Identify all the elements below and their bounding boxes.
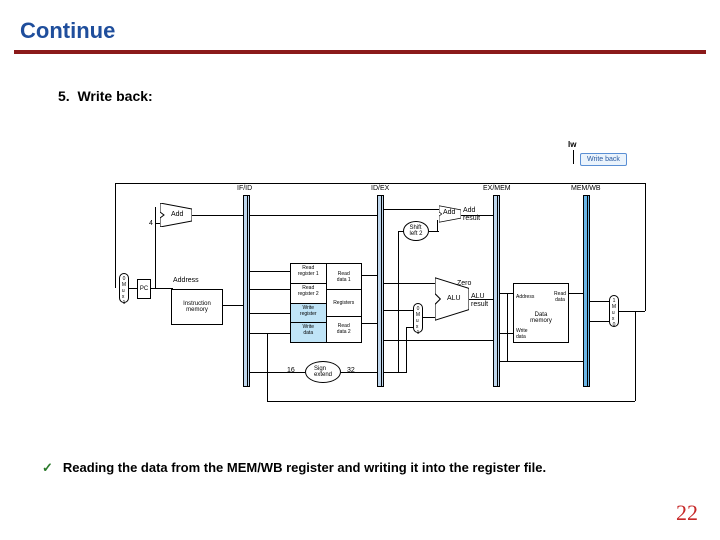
- slide-title: Continue: [0, 0, 720, 50]
- wire: [406, 327, 407, 373]
- wire: [250, 271, 290, 272]
- footnote: ✓ Reading the data from the MEM/WB regist…: [42, 460, 546, 476]
- wire: [423, 317, 435, 318]
- list-number: 5.: [58, 88, 70, 104]
- const-4: 4: [149, 220, 153, 228]
- wire: [223, 305, 243, 306]
- dm-title: Data memory: [528, 310, 554, 326]
- mux-0: 0: [613, 322, 616, 328]
- addr-label: Address: [173, 277, 199, 285]
- wire: [267, 333, 290, 334]
- pipe-exmem-label: EX/MEM: [483, 185, 511, 193]
- write-reg: Write register: [291, 304, 326, 324]
- wire: [192, 215, 243, 216]
- dm-write-data: Write data: [514, 326, 568, 342]
- read-reg2: Read register 2: [291, 284, 326, 304]
- instruction-memory: Instruction memory: [171, 289, 223, 325]
- zero-label: Zero: [457, 280, 471, 288]
- wire: [151, 288, 173, 289]
- page-number: 22: [676, 500, 698, 526]
- pc-block: PC: [137, 279, 151, 299]
- wire: [250, 289, 290, 290]
- wire: [115, 183, 645, 184]
- wire: [469, 299, 493, 300]
- wire: [267, 401, 635, 402]
- mux-1: 1: [123, 300, 126, 306]
- wire: [129, 288, 137, 289]
- alu-src-mux: 0 M u x 1: [413, 303, 423, 333]
- read-data1: Read data 1: [327, 264, 362, 290]
- wire: [115, 183, 116, 288]
- read-reg1: Read register 1: [291, 264, 326, 284]
- pc-mux: 0 M u x 1: [119, 273, 129, 303]
- footnote-text: Reading the data from the MEM/WB registe…: [63, 460, 546, 475]
- wire: [500, 361, 583, 362]
- pipe-memwb-label: MEM/WB: [571, 185, 601, 193]
- pipe-ifid: [243, 195, 250, 387]
- alu-label: ALU: [447, 295, 461, 303]
- wire: [573, 150, 574, 164]
- wb-mux: 1 M u x 0: [609, 295, 619, 327]
- pipe-idex-label: ID/EX: [371, 185, 389, 193]
- wire: [437, 220, 438, 232]
- write-data: Write data: [291, 323, 326, 342]
- subheading: 5. Write back:: [0, 54, 720, 104]
- mux-mid: M u x: [612, 304, 616, 322]
- bits-16: 16: [287, 367, 295, 375]
- pipe-idex: [377, 195, 384, 387]
- wire: [362, 323, 377, 324]
- wire: [398, 231, 404, 232]
- sign-extend: Sign extend: [305, 361, 341, 383]
- wire: [384, 209, 439, 210]
- add2-label: Add: [443, 209, 455, 217]
- wire: [590, 321, 609, 322]
- wire: [384, 283, 435, 284]
- register-file: Read register 1 Read register 2 Write re…: [290, 263, 362, 343]
- wire: [250, 215, 377, 216]
- alu-result-label: ALU result: [471, 293, 488, 308]
- registers-label: Registers: [327, 290, 362, 315]
- shift-left-2: Shift left 2: [403, 221, 429, 241]
- wire: [250, 313, 290, 314]
- wire: [362, 275, 377, 276]
- wire: [645, 183, 646, 311]
- wire: [250, 372, 305, 373]
- pipe-ifid-label: IF/ID: [237, 185, 252, 193]
- wire: [384, 340, 493, 341]
- subheading-text: Write back:: [77, 88, 152, 104]
- pipe-memwb: [583, 195, 590, 387]
- stage-bubble: Write back: [580, 153, 627, 166]
- mux-1: 1: [417, 330, 420, 336]
- wire: [384, 372, 406, 373]
- wire: [341, 372, 377, 373]
- pipeline-diagram: lw Write back 0 M u x 1 PC Add 4 Address…: [115, 165, 655, 410]
- wire: [155, 207, 156, 289]
- instr-label: lw: [568, 140, 576, 149]
- wire: [635, 311, 636, 401]
- mux-mid: M u x: [122, 282, 126, 300]
- wire: [569, 293, 583, 294]
- bits-32: 32: [347, 367, 355, 375]
- dm-read-data: Read data: [541, 284, 568, 310]
- wire: [267, 333, 268, 401]
- wire: [398, 231, 399, 373]
- data-memory: Address Read data Data memory Write data: [513, 283, 569, 343]
- wire: [590, 301, 609, 302]
- read-data2: Read data 2: [327, 316, 362, 342]
- wire: [507, 293, 508, 361]
- wire: [406, 327, 413, 328]
- add-label: Add: [171, 211, 183, 219]
- mux-mid: M u x: [416, 312, 420, 330]
- wire: [619, 311, 645, 312]
- pipe-exmem: [493, 195, 500, 387]
- check-icon: ✓: [42, 460, 53, 475]
- dm-addr: Address: [514, 284, 541, 310]
- wire: [461, 215, 493, 216]
